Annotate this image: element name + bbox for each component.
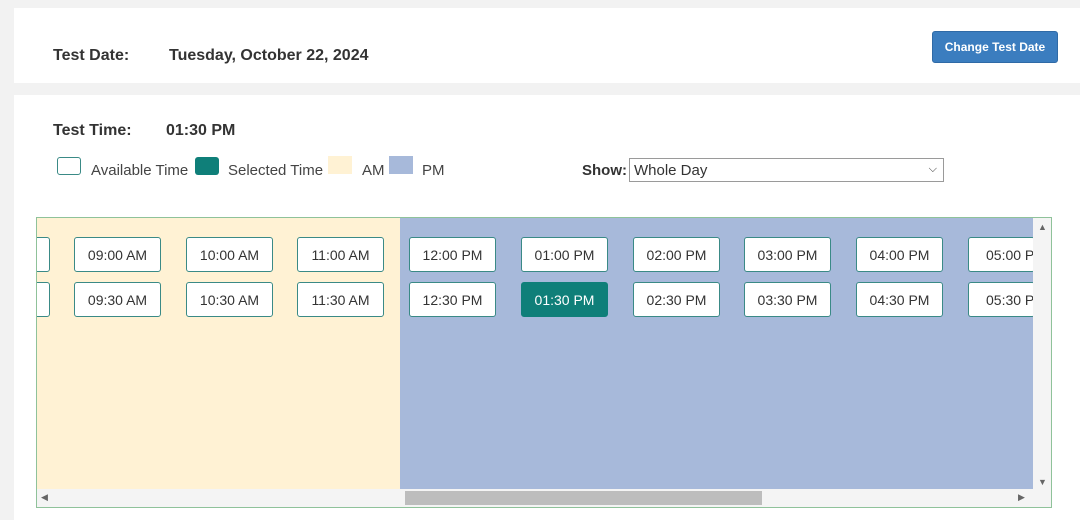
scroll-right-icon[interactable]: ▶ (1018, 492, 1025, 503)
time-slot[interactable]: 11:00 AM (297, 237, 384, 272)
time-slot[interactable]: 03:30 PM (744, 282, 831, 317)
test-date-value: Tuesday, October 22, 2024 (169, 47, 369, 64)
time-slot[interactable]: 09:30 AM (74, 282, 161, 317)
test-date-panel (14, 8, 1080, 83)
time-slot[interactable]: 04:00 PM (856, 237, 943, 272)
am-legend: AM (362, 162, 385, 179)
time-slot-partial[interactable] (37, 237, 50, 272)
time-slot-partial[interactable] (37, 282, 50, 317)
pm-legend: PM (422, 162, 445, 179)
time-slot[interactable]: 01:00 PM (521, 237, 608, 272)
time-slot-grid[interactable]: 09:00 AM 10:00 AM 11:00 AM 12:00 PM 01:0… (36, 217, 1052, 508)
time-slot[interactable]: 03:00 PM (744, 237, 831, 272)
scroll-up-icon[interactable]: ▲ (1038, 222, 1047, 232)
horizontal-scrollbar[interactable]: ◀ ▶ (37, 489, 1051, 507)
time-slot-selected[interactable]: 01:30 PM (521, 282, 608, 317)
scroll-down-icon[interactable]: ▼ (1038, 477, 1047, 487)
selected-time-legend: Selected Time (228, 162, 324, 179)
am-swatch (328, 156, 352, 174)
available-time-swatch (57, 157, 81, 175)
time-slot[interactable]: 12:00 PM (409, 237, 496, 272)
horizontal-scroll-thumb[interactable] (405, 491, 762, 505)
time-slot[interactable]: 11:30 AM (297, 282, 384, 317)
time-slot[interactable]: 02:00 PM (633, 237, 720, 272)
test-time-label: Test Time: (53, 122, 132, 139)
time-slot[interactable]: 05:00 PM (968, 237, 1035, 272)
time-slot[interactable]: 12:30 PM (409, 282, 496, 317)
test-date-label: Test Date: (53, 47, 130, 64)
time-slot[interactable]: 04:30 PM (856, 282, 943, 317)
time-slot[interactable]: 02:30 PM (633, 282, 720, 317)
vertical-scrollbar[interactable]: ▲ ▼ (1033, 218, 1051, 491)
time-slot[interactable]: 05:30 PM (968, 282, 1035, 317)
change-test-date-button[interactable]: Change Test Date (932, 31, 1058, 63)
time-slot[interactable]: 09:00 AM (74, 237, 161, 272)
show-select[interactable]: Whole Day ⌵ (629, 158, 944, 182)
pm-swatch (389, 156, 413, 174)
show-select-value: Whole Day (634, 161, 708, 179)
available-time-legend: Available Time (91, 162, 189, 179)
selected-time-swatch (195, 157, 219, 175)
time-slot[interactable]: 10:00 AM (186, 237, 273, 272)
chevron-down-icon: ⌵ (928, 163, 937, 175)
show-label: Show: (582, 162, 627, 179)
time-slot[interactable]: 10:30 AM (186, 282, 273, 317)
test-time-value: 01:30 PM (166, 122, 236, 139)
scroll-left-icon[interactable]: ◀ (41, 492, 48, 503)
